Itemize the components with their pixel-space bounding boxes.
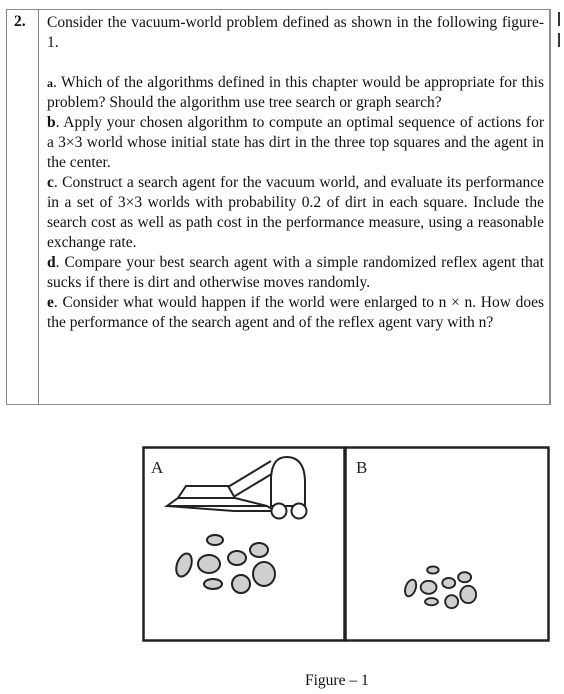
vacuum-world-figure: A B [142,446,550,642]
part-a: a. Which of the algorithms defined in th… [47,73,544,113]
cell-a-label: A [151,458,164,477]
cell-b: B [344,446,550,642]
question-intro: Consider the vacuum-world problem define… [47,14,544,51]
cell-a: A [142,446,346,642]
part-b-letter: b [47,114,56,131]
part-e-text: . Consider what would happen if the worl… [47,294,544,331]
part-d-text: . Compare your best search agent with a … [47,254,544,291]
question-number-cell: 2. [7,10,39,404]
cell-b-border [344,446,550,642]
adjacent-column-edge [550,9,562,405]
part-c-text: . Construct a search agent for the vacuu… [47,174,544,251]
part-c-letter: c [47,174,54,191]
figure-caption: Figure – 1 [305,672,369,689]
part-e-letter: e [47,294,54,311]
part-c: c. Construct a search agent for the vacu… [47,173,544,253]
part-b: b. Apply your chosen algorithm to comput… [47,113,544,173]
part-a-text: . Which of the algorithms defined in thi… [47,74,544,111]
edge-mark [558,33,560,47]
part-d-letter: d [47,254,56,271]
part-e: e. Consider what would happen if the wor… [47,293,544,333]
edge-mark [558,12,560,26]
part-b-text: . Apply your chosen algorithm to compute… [47,114,544,171]
question-content: Consider the vacuum-world problem define… [47,13,544,333]
part-d: d. Compare your best search agent with a… [47,253,544,293]
question-table: 2. Consider the vacuum-world problem def… [6,9,550,405]
cell-b-label: B [356,458,367,477]
question-number: 2. [14,13,26,30]
